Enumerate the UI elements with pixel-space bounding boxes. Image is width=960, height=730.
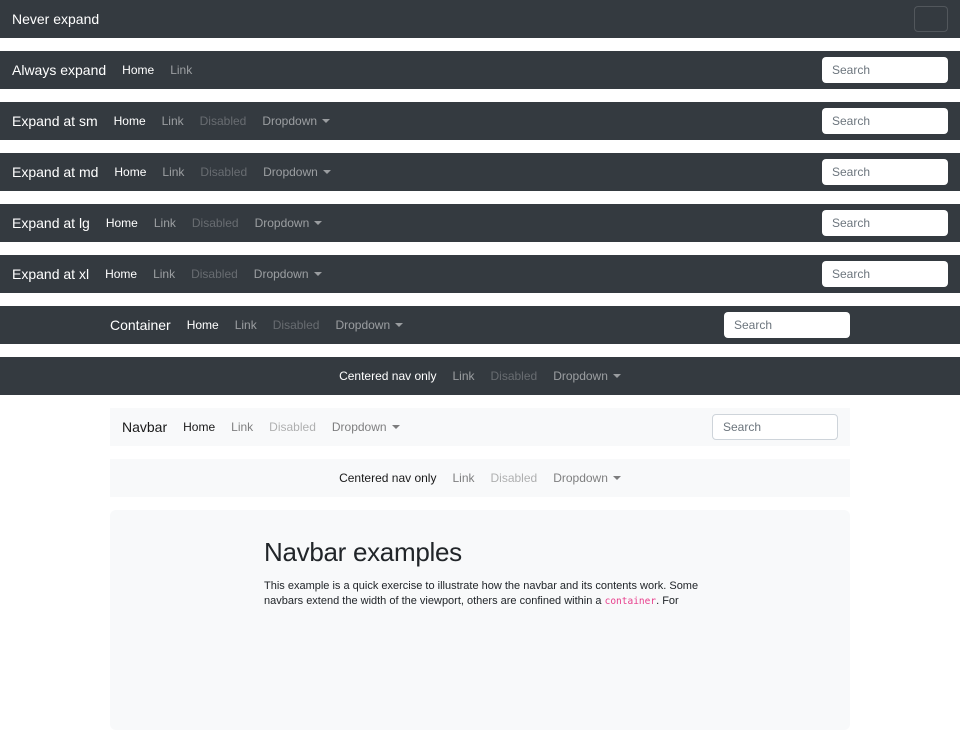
nav-link-disabled: Disabled <box>184 216 247 230</box>
nav-link-home[interactable]: Home <box>175 420 223 434</box>
nav-links: Centered nav only Link Disabled Dropdown <box>331 471 629 485</box>
nav-link-disabled: Disabled <box>261 420 324 434</box>
nav-link-link[interactable]: Link <box>162 63 200 77</box>
nav-links: Home Link Disabled Dropdown <box>179 318 411 332</box>
nav-link-centered-nav-only[interactable]: Centered nav only <box>331 369 444 383</box>
search-input[interactable] <box>822 57 948 83</box>
navbar-brand[interactable]: Navbar <box>122 419 167 435</box>
nav-link-centered-nav-only[interactable]: Centered nav only <box>331 471 444 485</box>
navbar-brand[interactable]: Expand at md <box>12 164 98 180</box>
caret-down-icon <box>314 221 322 225</box>
nav-link-home[interactable]: Home <box>97 267 145 281</box>
nav-links: Home Link Disabled Dropdown <box>98 216 330 230</box>
caret-down-icon <box>314 272 322 276</box>
caret-down-icon <box>323 170 331 174</box>
nav-link-link[interactable]: Link <box>444 369 482 383</box>
nav-link-link[interactable]: Link <box>444 471 482 485</box>
navbar-brand[interactable]: Never expand <box>12 11 99 27</box>
caret-down-icon <box>395 323 403 327</box>
caret-down-icon <box>613 476 621 480</box>
intro-paragraph-line-2: navbars extend the width of the viewport… <box>264 594 696 609</box>
navbar-expand-xl: Expand at xl Home Link Disabled Dropdown <box>0 255 960 293</box>
navbar-expand-sm: Expand at sm Home Link Disabled Dropdown <box>0 102 960 140</box>
nav-link-disabled: Disabled <box>265 318 328 332</box>
navbar-brand[interactable]: Expand at sm <box>12 113 98 129</box>
navbar-brand[interactable]: Always expand <box>12 62 106 78</box>
nav-links: Home Link <box>114 63 200 77</box>
nav-links: Centered nav only Link Disabled Dropdown <box>331 369 629 383</box>
nav-link-dropdown[interactable]: Dropdown <box>254 114 338 128</box>
navbar-brand[interactable]: Expand at lg <box>12 215 90 231</box>
nav-links: Home Link Disabled Dropdown <box>175 420 407 434</box>
nav-link-dropdown[interactable]: Dropdown <box>255 165 339 179</box>
nav-link-home[interactable]: Home <box>114 63 162 77</box>
navbar-toggler-button[interactable] <box>914 6 948 32</box>
nav-link-link[interactable]: Link <box>154 165 192 179</box>
inline-code[interactable]: container <box>605 596 656 607</box>
nav-links: Home Link Disabled Dropdown <box>97 267 329 281</box>
caret-down-icon <box>392 425 400 429</box>
nav-link-link[interactable]: Link <box>223 420 261 434</box>
nav-link-link[interactable]: Link <box>145 267 183 281</box>
nav-link-home[interactable]: Home <box>179 318 227 332</box>
intro-paragraph-line-1: This example is a quick exercise to illu… <box>264 579 696 594</box>
search-input[interactable] <box>712 414 838 440</box>
navbar-brand[interactable]: Expand at xl <box>12 266 89 282</box>
navbar-container: Container Home Link Disabled Dropdown <box>0 306 960 344</box>
intro-paragraph-text: . For <box>656 595 679 607</box>
navbar-centered-dark: Centered nav only Link Disabled Dropdown <box>0 357 960 395</box>
search-input[interactable] <box>822 159 948 185</box>
nav-link-disabled: Disabled <box>192 114 255 128</box>
nav-link-dropdown[interactable]: Dropdown <box>545 471 629 485</box>
nav-link-disabled: Disabled <box>483 471 546 485</box>
search-input[interactable] <box>822 210 948 236</box>
nav-link-link[interactable]: Link <box>227 318 265 332</box>
navbar-brand[interactable]: Container <box>110 317 171 333</box>
light-section-container: Navbar Home Link Disabled Dropdown Cente… <box>110 408 850 730</box>
nav-links: Home Link Disabled Dropdown <box>106 165 338 179</box>
nav-link-disabled: Disabled <box>183 267 246 281</box>
navbar-inner-container: Container Home Link Disabled Dropdown <box>110 306 850 344</box>
search-input[interactable] <box>822 261 948 287</box>
nav-link-disabled: Disabled <box>192 165 255 179</box>
jumbotron: Navbar examples This example is a quick … <box>110 510 850 730</box>
navbar-always-expand: Always expand Home Link <box>0 51 960 89</box>
caret-down-icon <box>613 374 621 378</box>
nav-link-home[interactable]: Home <box>106 165 154 179</box>
search-input[interactable] <box>822 108 948 134</box>
nav-link-dropdown[interactable]: Dropdown <box>327 318 411 332</box>
navbar-never-expand: Never expand <box>0 0 960 38</box>
nav-link-dropdown[interactable]: Dropdown <box>545 369 629 383</box>
nav-link-dropdown[interactable]: Dropdown <box>324 420 408 434</box>
search-input[interactable] <box>724 312 850 338</box>
nav-link-link[interactable]: Link <box>146 216 184 230</box>
intro-paragraph-text: navbars extend the width of the viewport… <box>264 595 605 607</box>
nav-link-home[interactable]: Home <box>106 114 154 128</box>
nav-link-link[interactable]: Link <box>154 114 192 128</box>
nav-link-dropdown[interactable]: Dropdown <box>246 267 330 281</box>
caret-down-icon <box>322 119 330 123</box>
nav-link-home[interactable]: Home <box>98 216 146 230</box>
nav-link-dropdown[interactable]: Dropdown <box>247 216 331 230</box>
jumbotron-column: Navbar examples This example is a quick … <box>249 537 711 609</box>
nav-links: Home Link Disabled Dropdown <box>106 114 338 128</box>
navbar-expand-md: Expand at md Home Link Disabled Dropdown <box>0 153 960 191</box>
navbar-centered-light: Centered nav only Link Disabled Dropdown <box>110 459 850 497</box>
navbar-light: Navbar Home Link Disabled Dropdown <box>110 408 850 446</box>
nav-link-disabled: Disabled <box>483 369 546 383</box>
navbar-expand-lg: Expand at lg Home Link Disabled Dropdown <box>0 204 960 242</box>
page-title: Navbar examples <box>264 537 696 568</box>
